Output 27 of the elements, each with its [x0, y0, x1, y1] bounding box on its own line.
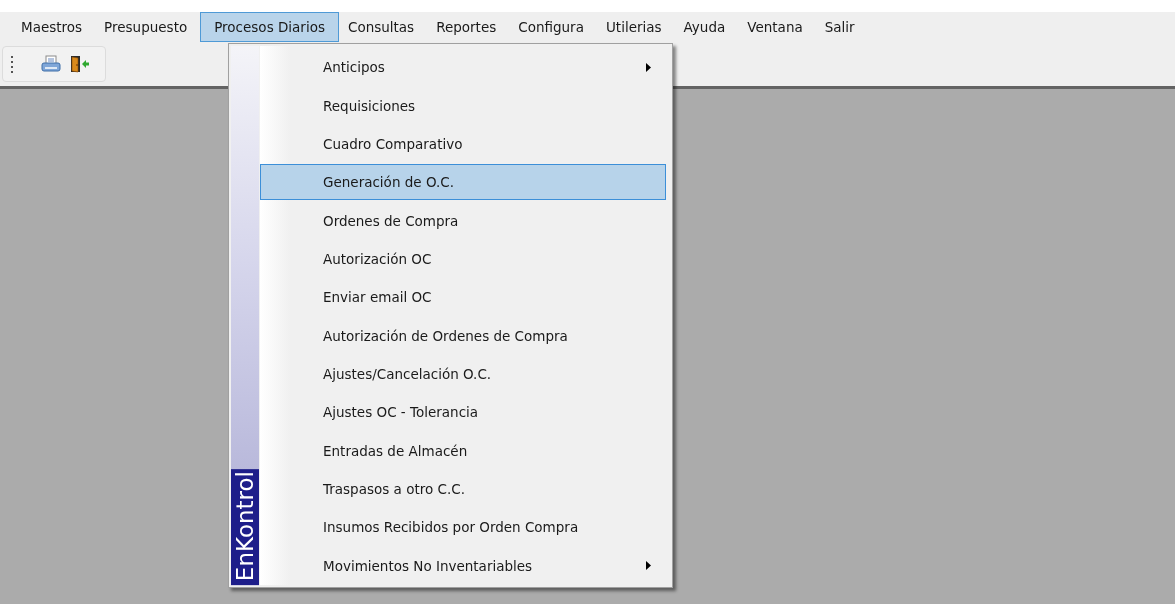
menu-entry[interactable]: Ajustes OC - Tolerancia — [260, 394, 666, 431]
menu-entry[interactable]: Insumos Recibidos por Orden Compra — [260, 509, 666, 546]
menu-item[interactable]: Ventana — [738, 12, 816, 42]
printer-icon[interactable] — [41, 55, 61, 73]
brand-label: EnKontrol — [231, 468, 259, 585]
menu-entry[interactable]: Cuadro Comparativo — [260, 125, 666, 163]
menu-entry[interactable]: Traspasos a otro C.C. — [260, 470, 666, 508]
menu-entry[interactable]: Generación de O.C. — [260, 164, 666, 201]
menu-entry[interactable]: Autorización de Ordenes de Compra — [260, 317, 666, 354]
menu-item[interactable]: Configura — [509, 12, 597, 42]
menu-entry[interactable]: Movimientos No Inventariables — [260, 547, 666, 585]
menu-item[interactable]: Ayuda — [674, 12, 739, 42]
menu-entry[interactable]: Autorización OC — [260, 240, 666, 278]
menu-entry[interactable]: Ajustes/Cancelación O.C. — [260, 355, 666, 393]
menu-item[interactable]: Utilerias — [596, 12, 675, 42]
menu-entry[interactable]: Ordenes de Compra — [260, 202, 666, 239]
menu-item[interactable]: Presupuesto — [95, 12, 201, 42]
menu-item[interactable]: Maestros — [12, 12, 96, 42]
toolbar-grip[interactable] — [11, 55, 15, 73]
exit-door-icon[interactable] — [70, 55, 90, 73]
menu-item[interactable]: Salir — [815, 12, 868, 42]
menu-entry[interactable]: Requisiciones — [260, 87, 666, 124]
menu-entry[interactable]: Entradas de Almacén — [260, 432, 666, 469]
menu-item[interactable]: Procesos Diarios — [200, 12, 339, 42]
menu-item[interactable]: Consultas — [338, 12, 428, 42]
menu-entry[interactable]: Enviar email OC — [260, 279, 666, 316]
menu-item[interactable]: Reportes — [427, 12, 510, 42]
